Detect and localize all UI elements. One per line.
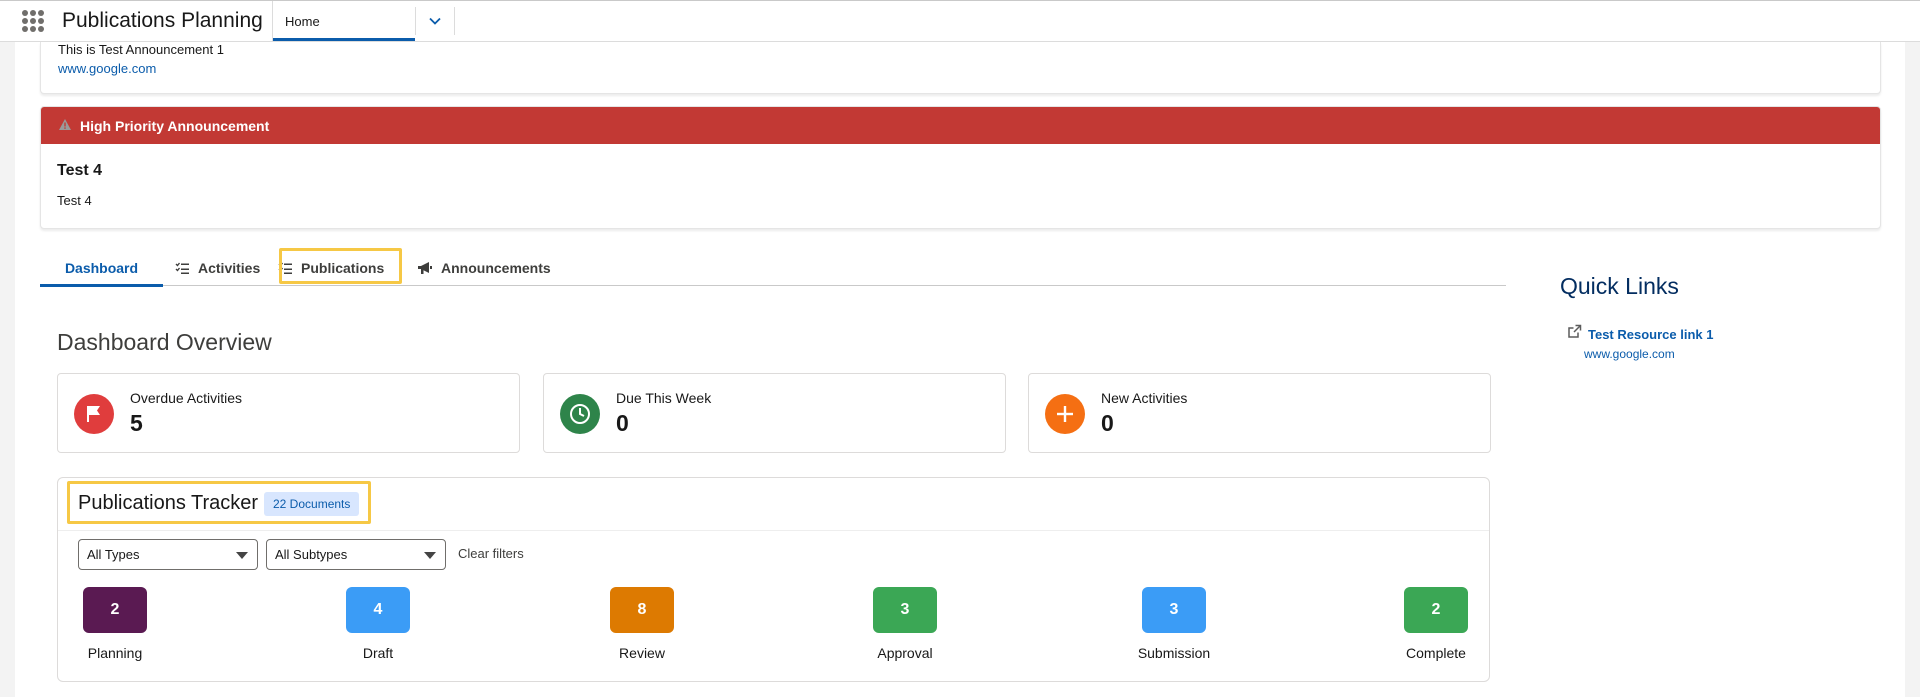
stat-value: 5 <box>130 410 143 436</box>
quick-link-label[interactable]: Test Resource link 1 <box>1588 327 1713 342</box>
announcement-text: This is Test Announcement 1 <box>58 42 224 57</box>
stat-label: Overdue Activities <box>130 390 243 406</box>
stat-card-new-activities[interactable]: New Activities 0 <box>1028 373 1491 453</box>
dashboard-overview-title: Dashboard Overview <box>57 329 272 355</box>
stage-approval[interactable]: 3 Approval <box>845 587 965 661</box>
stage-count: 3 <box>873 587 937 633</box>
clear-filters-link[interactable]: Clear filters <box>458 546 524 561</box>
stat-card-overdue[interactable]: Overdue Activities 5 <box>57 373 520 453</box>
stage-label: Review <box>619 645 665 661</box>
stage-label: Submission <box>1137 645 1211 661</box>
tracker-title-highlight <box>67 481 371 524</box>
high-priority-announcement-card: High Priority Announcement Test 4 Test 4 <box>40 106 1881 229</box>
announcement-link[interactable]: www.google.com <box>58 61 156 76</box>
stage-count: 8 <box>610 587 674 633</box>
high-priority-body: Test 4 <box>57 193 92 208</box>
clock-icon <box>560 394 600 434</box>
stat-card-due-this-week[interactable]: Due This Week 0 <box>543 373 1006 453</box>
global-header: Publications Planning Home <box>0 0 1920 42</box>
flag-icon <box>74 394 114 434</box>
stage-count: 2 <box>83 587 147 633</box>
tab-announcements-label: Announcements <box>441 260 551 276</box>
stage-label: Approval <box>877 645 933 661</box>
stage-count: 3 <box>1142 587 1206 633</box>
stage-draft[interactable]: 4 Draft <box>318 587 438 661</box>
dropdown-arrow-icon <box>236 552 248 559</box>
type-filter-select[interactable]: All Types <box>78 539 258 570</box>
app-title: Publications Planning <box>62 9 263 32</box>
stage-planning[interactable]: 2 Planning <box>55 587 175 661</box>
stat-label: New Activities <box>1101 390 1188 406</box>
announcement-card: This is Test Announcement 1 www.google.c… <box>40 42 1881 94</box>
stage-complete[interactable]: 2 Complete <box>1376 587 1496 661</box>
megaphone-icon <box>417 261 433 275</box>
high-priority-header-text: High Priority Announcement <box>80 117 270 134</box>
high-priority-title: Test 4 <box>57 162 103 179</box>
tab-announcements[interactable]: Announcements <box>417 250 551 286</box>
stage-label: Draft <box>362 645 394 661</box>
quick-link-item[interactable]: Test Resource link 1 <box>1567 324 1713 344</box>
subtype-filter-select[interactable]: All Subtypes <box>266 539 446 570</box>
plus-icon <box>1045 394 1085 434</box>
tab-dashboard-label: Dashboard <box>64 260 139 276</box>
type-filter-value: All Types <box>87 547 140 562</box>
app-launcher-icon[interactable] <box>22 10 44 32</box>
tab-activities-label: Activities <box>198 260 261 276</box>
stage-review[interactable]: 8 Review <box>582 587 702 661</box>
nav-tab-home[interactable]: Home <box>272 1 415 41</box>
tab-bar: Dashboard Activities Publications Announ… <box>40 250 1506 287</box>
tab-dashboard[interactable]: Dashboard <box>40 250 163 287</box>
tab-activities[interactable]: Activities <box>175 250 260 286</box>
high-priority-header: High Priority Announcement <box>41 107 1880 144</box>
quick-links-title: Quick Links <box>1560 273 1679 299</box>
external-link-icon <box>1567 324 1582 344</box>
checklist-icon <box>175 262 190 275</box>
warning-icon <box>58 118 72 134</box>
stat-value: 0 <box>616 410 629 436</box>
quick-link-url[interactable]: www.google.com <box>1584 347 1675 361</box>
stage-count: 4 <box>346 587 410 633</box>
stage-label: Complete <box>1406 645 1466 661</box>
stage-label: Planning <box>87 645 143 661</box>
stat-value: 0 <box>1101 410 1114 436</box>
dropdown-arrow-icon <box>424 552 436 559</box>
subtype-filter-value: All Subtypes <box>275 547 348 562</box>
stat-label: Due This Week <box>616 390 712 406</box>
stage-submission[interactable]: 3 Submission <box>1114 587 1234 661</box>
publications-tab-highlight <box>279 248 402 284</box>
nav-menu-chevron-down-icon[interactable] <box>415 7 455 35</box>
stage-count: 2 <box>1404 587 1468 633</box>
